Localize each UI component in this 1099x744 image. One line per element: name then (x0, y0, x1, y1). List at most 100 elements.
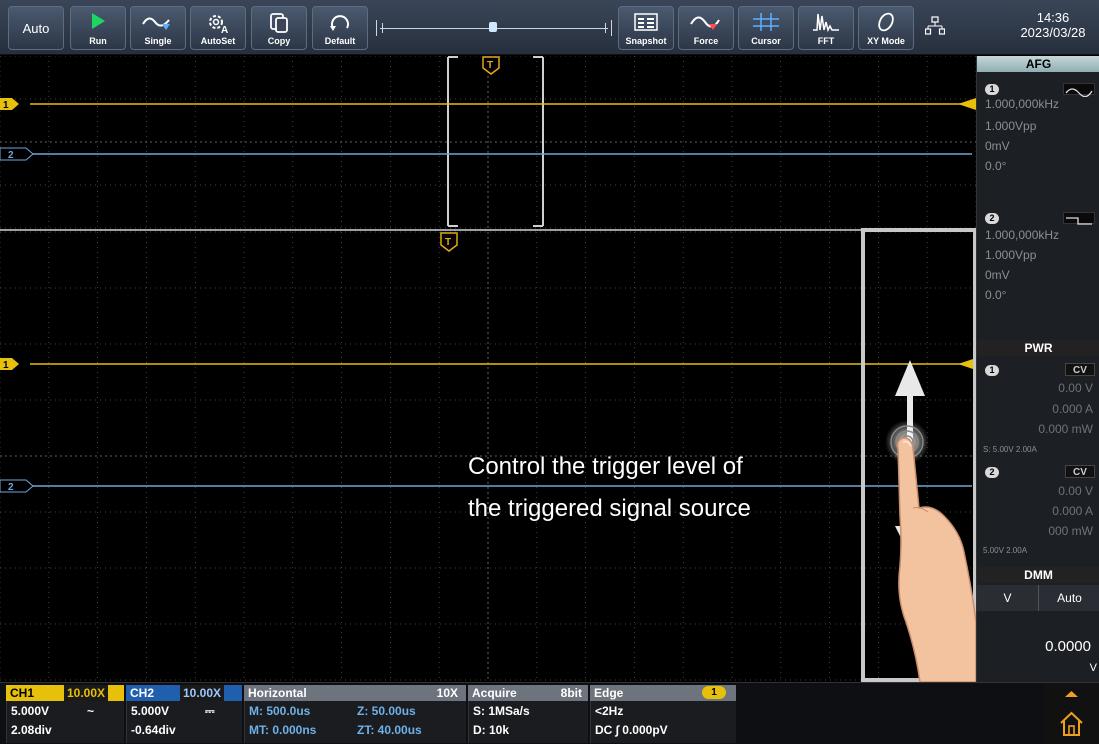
sample-rate: S: 1MSa/s (473, 704, 530, 718)
afg-ch2-chip[interactable]: 2 (985, 213, 999, 224)
ch2-status-box[interactable]: CH2 10.00X 5.000V ⎓ -0.64div (126, 685, 242, 744)
clock: 14:36 2023/03/28 (1010, 10, 1096, 40)
afg-ch2-freq[interactable]: 1.000,000kHz (985, 227, 1059, 244)
trigger-position-marker-overview[interactable]: T (482, 56, 500, 75)
afg-header[interactable]: AFG (977, 56, 1099, 72)
svg-text:2: 2 (8, 150, 14, 161)
pwr-ch1-chip[interactable]: 1 (985, 365, 999, 376)
afg-ch2-amp[interactable]: 1.000Vpp (985, 247, 1036, 264)
snapshot-button[interactable]: Snapshot (618, 6, 674, 50)
svg-text:2: 2 (8, 482, 14, 493)
force-label: Force (693, 36, 719, 46)
ch2-main-marker[interactable]: 2 (0, 479, 34, 493)
xy-mode-icon (878, 12, 894, 32)
ch1-scale: 5.000V (11, 704, 50, 718)
trigger-level-marker-overview[interactable] (958, 98, 976, 110)
snapshot-label: Snapshot (625, 36, 667, 46)
single-button[interactable]: Single (130, 6, 186, 50)
dmm-range-button[interactable]: Auto (1039, 585, 1099, 611)
afg-ch2-phase[interactable]: 0.0° (985, 287, 1006, 304)
pwr-ch1-voltage: 0.00 V (1058, 381, 1093, 395)
xy-mode-button[interactable]: XY Mode (858, 6, 914, 50)
afg-ch1-offset[interactable]: 0mV (985, 138, 1010, 155)
afg-ch1-phase[interactable]: 0.0° (985, 158, 1006, 175)
afg-ch2-offset[interactable]: 0mV (985, 267, 1010, 284)
play-icon (92, 13, 105, 29)
trigger-type: Edge (594, 686, 624, 700)
sine-wave-icon (1063, 83, 1095, 98)
network-icon[interactable] (925, 16, 945, 38)
clock-date: 2023/03/28 (1020, 25, 1086, 40)
default-button[interactable]: Default (312, 6, 368, 50)
autoset-button[interactable]: A AutoSet (190, 6, 246, 50)
force-button[interactable]: Force (678, 6, 734, 50)
horizontal-status-box[interactable]: Horizontal 10X M: 500.0us Z: 50.00us MT: 0… (244, 685, 466, 744)
home-icon[interactable] (1060, 711, 1083, 736)
horizontal-zoom: 10X (436, 686, 458, 700)
ch2-scale: 5.000V (131, 704, 170, 718)
single-label: Single (144, 36, 172, 46)
afg-ch1-amp[interactable]: 1.000Vpp (985, 118, 1036, 135)
trigger-position-marker-main[interactable]: T (440, 232, 458, 252)
slider-handle[interactable] (489, 22, 497, 32)
square-wave-icon (1063, 212, 1095, 225)
pwr-ch2-voltage: 0.00 V (1058, 484, 1093, 498)
dmm-unit: V (1089, 662, 1097, 674)
toolbar: Auto Run Single A AutoSet Copy Default S… (0, 0, 1099, 55)
annotation-line-1: Control the trigger level of (468, 453, 743, 480)
waveform-display[interactable]: 1 2 1 2 T T Control the trigger level of… (0, 56, 976, 682)
pwr-ch1-mode[interactable]: CV (1065, 363, 1095, 376)
acquire-status-box[interactable]: Acquire 8bit S: 1MSa/s D: 10k (468, 685, 588, 744)
ch2-attenuation: 10.00X (180, 685, 225, 701)
clock-time: 14:36 (1036, 10, 1070, 25)
acquire-title: Acquire (472, 686, 517, 700)
default-reset-icon (330, 15, 349, 31)
cursor-label: Cursor (751, 36, 781, 46)
dmm-mode-selector[interactable]: V Auto (977, 585, 1099, 611)
dmm-function-button[interactable]: V (977, 585, 1039, 611)
main-trigger-time: MT: 0.000ns (249, 723, 317, 737)
main-timebase: M: 500.0us (249, 704, 311, 718)
overview-grid (0, 56, 976, 229)
ch1-overview-marker[interactable]: 1 (0, 98, 19, 111)
cursor-icon (753, 13, 779, 31)
copy-button[interactable]: Copy (251, 6, 307, 50)
cursor-button[interactable]: Cursor (738, 6, 794, 50)
default-label: Default (324, 36, 356, 46)
ch2-coupling: ⎓ (205, 704, 215, 718)
ch1-coupling: ~ (87, 704, 95, 718)
timebase-position-slider[interactable] (376, 18, 612, 38)
waveform-canvas: 1 2 1 2 T T Control the trigger level of… (0, 56, 976, 682)
afg-ch1-freq[interactable]: 1.000,000kHz (985, 96, 1059, 113)
ch1-status-box[interactable]: CH1 10.00X 5.000V ~ 2.08div (6, 685, 124, 744)
side-panel: AFG 1 1.000,000kHz 1.000Vpp 0mV 0.0° 2 1… (976, 56, 1099, 682)
force-trigger-icon (690, 16, 720, 30)
ch2-overview-marker[interactable]: 2 (0, 147, 34, 161)
pwr-ch2-mode[interactable]: CV (1065, 465, 1095, 478)
zoom-trigger-time: ZT: 40.00us (357, 723, 422, 737)
home-button[interactable] (1044, 683, 1099, 744)
auto-button[interactable]: Auto (8, 6, 64, 50)
svg-text:1: 1 (3, 100, 9, 111)
ch1-main-marker[interactable]: 1 (0, 358, 19, 371)
run-button[interactable]: Run (70, 6, 126, 50)
chevron-up-icon[interactable] (1065, 691, 1078, 697)
afg-ch1-chip[interactable]: 1 (985, 84, 999, 95)
pwr-header[interactable]: PWR (977, 340, 1099, 356)
auto-label: Auto (22, 20, 50, 36)
run-label: Run (89, 36, 107, 46)
status-bar: CH1 10.00X 5.000V ~ 2.08div CH2 10.00X 5.00… (0, 682, 1099, 744)
fft-label: FFT (817, 36, 835, 46)
pwr-ch1-setting: S: 5.00V 2.00A (983, 445, 1037, 454)
snapshot-icon (634, 13, 658, 31)
fft-button[interactable]: FFT (798, 6, 854, 50)
svg-text:A: A (221, 25, 228, 34)
autoset-gear-icon: A (209, 15, 228, 34)
zoom-window[interactable] (447, 56, 544, 227)
pwr-ch2-power: 000 mW (1048, 524, 1093, 538)
ch1-attenuation: 10.00X (64, 685, 109, 701)
dmm-header[interactable]: DMM (977, 567, 1099, 583)
pwr-ch2-chip[interactable]: 2 (985, 467, 999, 478)
pwr-ch1-current: 0.000 A (1052, 402, 1093, 416)
trigger-status-box[interactable]: Edge 1 <2Hz DC ∫ 0.000pV (590, 685, 736, 744)
